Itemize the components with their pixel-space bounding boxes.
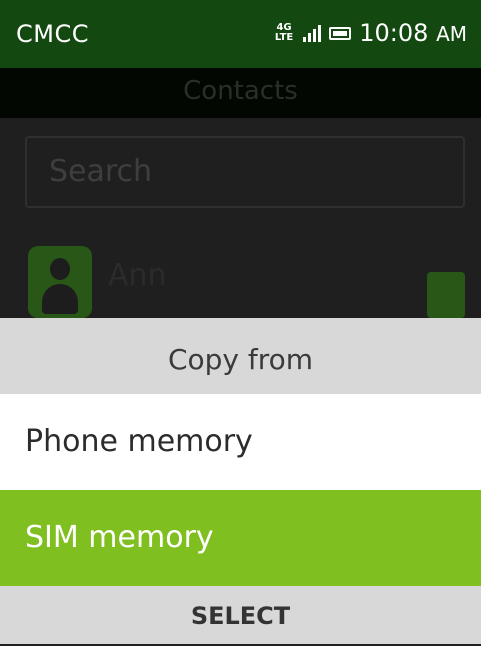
softkey-select-button[interactable]: SELECT bbox=[0, 586, 481, 644]
carrier-label: CMCC bbox=[16, 20, 89, 48]
option-sim-memory[interactable]: SIM memory bbox=[0, 490, 481, 586]
contacts-list-background: Search Ann bbox=[0, 118, 481, 318]
contact-list-item[interactable]: Ann bbox=[0, 238, 481, 318]
clock-time: 10:08 bbox=[359, 19, 429, 47]
option-phone-memory[interactable]: Phone memory bbox=[0, 394, 481, 490]
clock-ampm: AM bbox=[436, 22, 467, 46]
clock: 10:08 AM bbox=[359, 19, 467, 47]
battery-icon bbox=[329, 26, 352, 40]
dialog-title: Copy from bbox=[0, 318, 481, 394]
status-bar: CMCC 4G LTE 10:08 AM bbox=[0, 0, 481, 68]
network-type-icon: 4G LTE bbox=[275, 23, 293, 43]
search-input[interactable]: Search bbox=[25, 136, 465, 208]
app-header: Contacts bbox=[0, 68, 481, 118]
person-avatar-icon bbox=[28, 246, 92, 318]
signal-icon bbox=[303, 24, 322, 42]
copy-from-dialog: Copy from Phone memory SIM memory SELECT bbox=[0, 318, 481, 644]
status-indicators: 4G LTE 10:08 AM bbox=[275, 17, 467, 49]
sim-card-icon bbox=[427, 272, 465, 318]
page-title: Contacts bbox=[183, 76, 298, 106]
network-type-bottom: LTE bbox=[274, 32, 294, 43]
contact-name: Ann bbox=[108, 258, 167, 293]
